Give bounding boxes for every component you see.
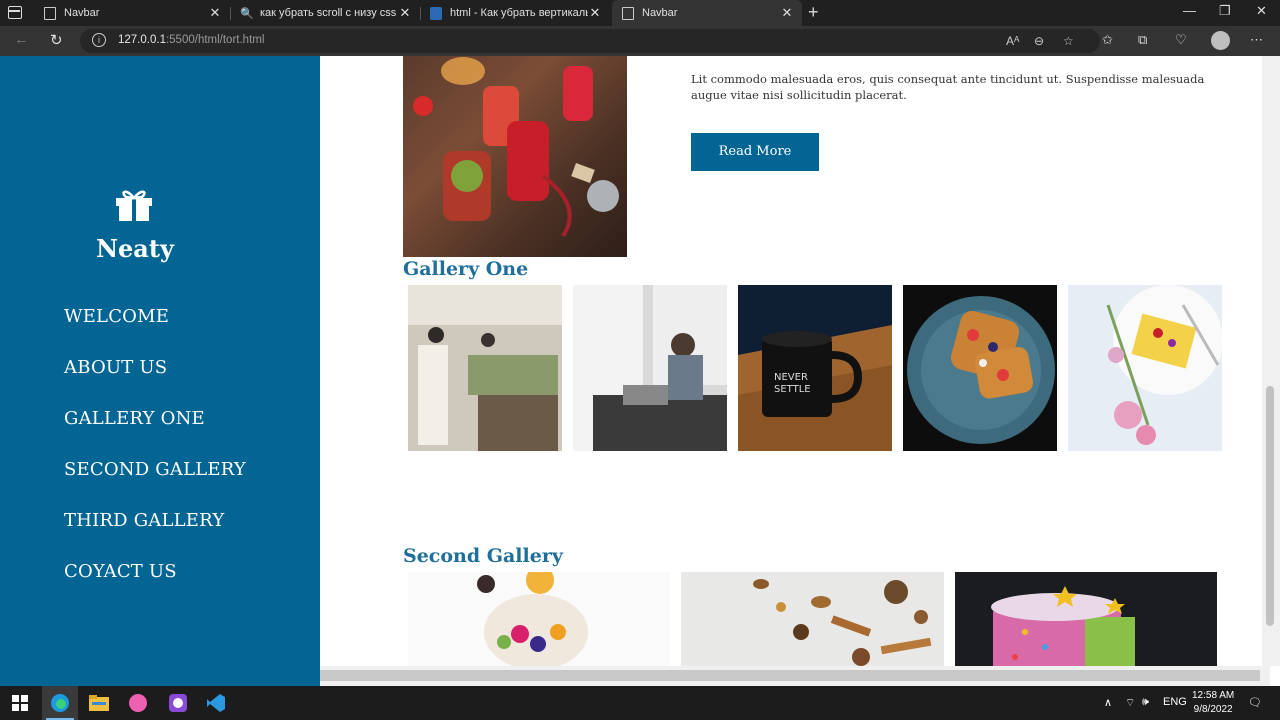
tab-label: html - Как убрать вертикальны bbox=[450, 7, 588, 19]
tab-label: Navbar bbox=[64, 7, 100, 19]
minimize-icon[interactable]: — bbox=[1183, 3, 1196, 18]
horizontal-scrollbar[interactable] bbox=[320, 666, 1270, 686]
horizontal-scroll-thumb[interactable] bbox=[320, 670, 1260, 681]
page-icon bbox=[44, 6, 56, 20]
url-text: 127.0.0.1:5500/html/tort.html bbox=[118, 34, 265, 46]
new-tab-icon[interactable]: + bbox=[808, 2, 819, 23]
main-content: Lit commodo malesuada eros, quis consequ… bbox=[320, 56, 1270, 672]
tab-navbar-active[interactable]: Navbar ✕ bbox=[612, 0, 802, 26]
close-icon[interactable]: ✕ bbox=[780, 5, 794, 21]
profile-avatar[interactable] bbox=[1211, 31, 1230, 50]
color-app-icon[interactable] bbox=[120, 686, 156, 720]
github-desktop-icon[interactable] bbox=[160, 686, 196, 720]
close-icon[interactable]: ✕ bbox=[588, 5, 602, 21]
tab-actions-icon[interactable] bbox=[8, 6, 22, 19]
nav-third-gallery[interactable]: THIRD GALLERY bbox=[64, 510, 224, 531]
show-hidden-icons-icon[interactable]: ∧ bbox=[1104, 696, 1112, 709]
notifications-icon[interactable]: 🗨 bbox=[1248, 696, 1262, 709]
edge-icon[interactable] bbox=[42, 686, 78, 720]
file-explorer-icon[interactable] bbox=[81, 686, 117, 720]
page-icon bbox=[622, 6, 634, 20]
more-icon[interactable]: ⋯ bbox=[1250, 32, 1263, 48]
svg-text:NEVER: NEVER bbox=[774, 372, 808, 383]
zoom-icon[interactable]: ⊖ bbox=[1034, 34, 1044, 48]
intro-paragraph: Lit commodo malesuada eros, quis consequ… bbox=[691, 72, 1205, 102]
network-icon[interactable]: ⌔ bbox=[1125, 696, 1135, 710]
page-viewport: Neaty WELCOME ABOUT US GALLERY ONE SECON… bbox=[0, 56, 1280, 686]
gift-icon bbox=[116, 190, 152, 221]
close-icon[interactable]: ✕ bbox=[208, 5, 222, 21]
tab-stackoverflow[interactable]: html - Как убрать вертикальны ✕ bbox=[420, 0, 610, 26]
browser-tab-strip: Navbar ✕ 🔍 как убрать scroll с низу css … bbox=[0, 0, 1280, 26]
address-field[interactable]: i 127.0.0.1:5500/html/tort.html Aᴬ ⊖ ☆ bbox=[80, 29, 1100, 53]
second-gallery-image-spices[interactable] bbox=[681, 572, 944, 672]
vertical-scrollbar[interactable] bbox=[1262, 56, 1280, 666]
volume-icon[interactable]: 🕪 bbox=[1142, 696, 1149, 709]
gallery-one-heading: Gallery One bbox=[403, 258, 529, 280]
read-more-button[interactable]: Read More bbox=[691, 133, 819, 171]
second-gallery-image-plate[interactable] bbox=[408, 572, 670, 672]
drinks-image bbox=[403, 56, 627, 257]
gallery-image-cake-slice[interactable] bbox=[1068, 285, 1222, 451]
info-icon[interactable]: i bbox=[92, 33, 106, 47]
collections-icon[interactable]: ⧉ bbox=[1138, 32, 1147, 48]
read-aloud-icon[interactable]: Aᴬ bbox=[1006, 34, 1019, 48]
nav-second-gallery[interactable]: SECOND GALLERY bbox=[64, 459, 246, 480]
close-icon[interactable]: ✕ bbox=[398, 5, 412, 21]
clock-date: 9/8/2022 bbox=[1193, 704, 1233, 715]
clock[interactable]: 12:58 AM 9/8/2022 bbox=[1192, 689, 1234, 717]
second-gallery-heading: Second Gallery bbox=[403, 545, 563, 567]
tab-search[interactable]: 🔍 как убрать scroll с низу css - По ✕ bbox=[230, 0, 420, 26]
address-toolbar: ← ↻ i 127.0.0.1:5500/html/tort.html Aᴬ ⊖… bbox=[0, 26, 1280, 56]
tab-label: как убрать scroll с низу css - По bbox=[260, 7, 398, 19]
favorite-add-icon[interactable]: ☆ bbox=[1063, 34, 1074, 48]
sidebar: Neaty WELCOME ABOUT US GALLERY ONE SECON… bbox=[0, 56, 320, 686]
gallery-image-toast[interactable] bbox=[903, 285, 1057, 451]
nav-gallery-one[interactable]: GALLERY ONE bbox=[64, 408, 205, 429]
nav-welcome[interactable]: WELCOME bbox=[64, 306, 169, 327]
language-indicator[interactable]: ENG bbox=[1163, 696, 1187, 708]
taskbar: ∧ ⌔ 🕪 ENG 12:58 AM 9/8/2022 🗨 bbox=[0, 686, 1280, 720]
start-icon[interactable] bbox=[2, 686, 38, 720]
vscode-icon[interactable] bbox=[198, 686, 234, 720]
tab-label: Navbar bbox=[642, 7, 678, 19]
nav-about-us[interactable]: ABOUT US bbox=[64, 357, 167, 378]
refresh-icon[interactable]: ↻ bbox=[50, 31, 63, 49]
gallery-image-cafe[interactable] bbox=[408, 285, 562, 451]
clock-time: 12:58 AM bbox=[1192, 690, 1235, 701]
close-window-icon[interactable]: ✕ bbox=[1256, 3, 1267, 19]
gallery-image-laptop[interactable] bbox=[573, 285, 727, 451]
favorites-icon[interactable]: ✩ bbox=[1102, 32, 1113, 48]
nav-contact-us[interactable]: COYACT US bbox=[64, 561, 177, 582]
tab-navbar-1[interactable]: Navbar ✕ bbox=[34, 0, 230, 26]
second-gallery-image-cake[interactable] bbox=[955, 572, 1217, 672]
gallery-image-mug[interactable]: NEVER SETTLE bbox=[738, 285, 892, 451]
brand-name: Neaty bbox=[96, 234, 174, 263]
vertical-scroll-thumb[interactable] bbox=[1266, 386, 1274, 626]
svg-text:SETTLE: SETTLE bbox=[774, 384, 811, 395]
search-icon: 🔍 bbox=[240, 7, 254, 20]
back-icon[interactable]: ← bbox=[14, 31, 29, 48]
stackoverflow-icon bbox=[430, 6, 442, 20]
restore-icon[interactable]: ❐ bbox=[1219, 3, 1231, 19]
performance-icon[interactable]: ♡ bbox=[1175, 32, 1187, 48]
